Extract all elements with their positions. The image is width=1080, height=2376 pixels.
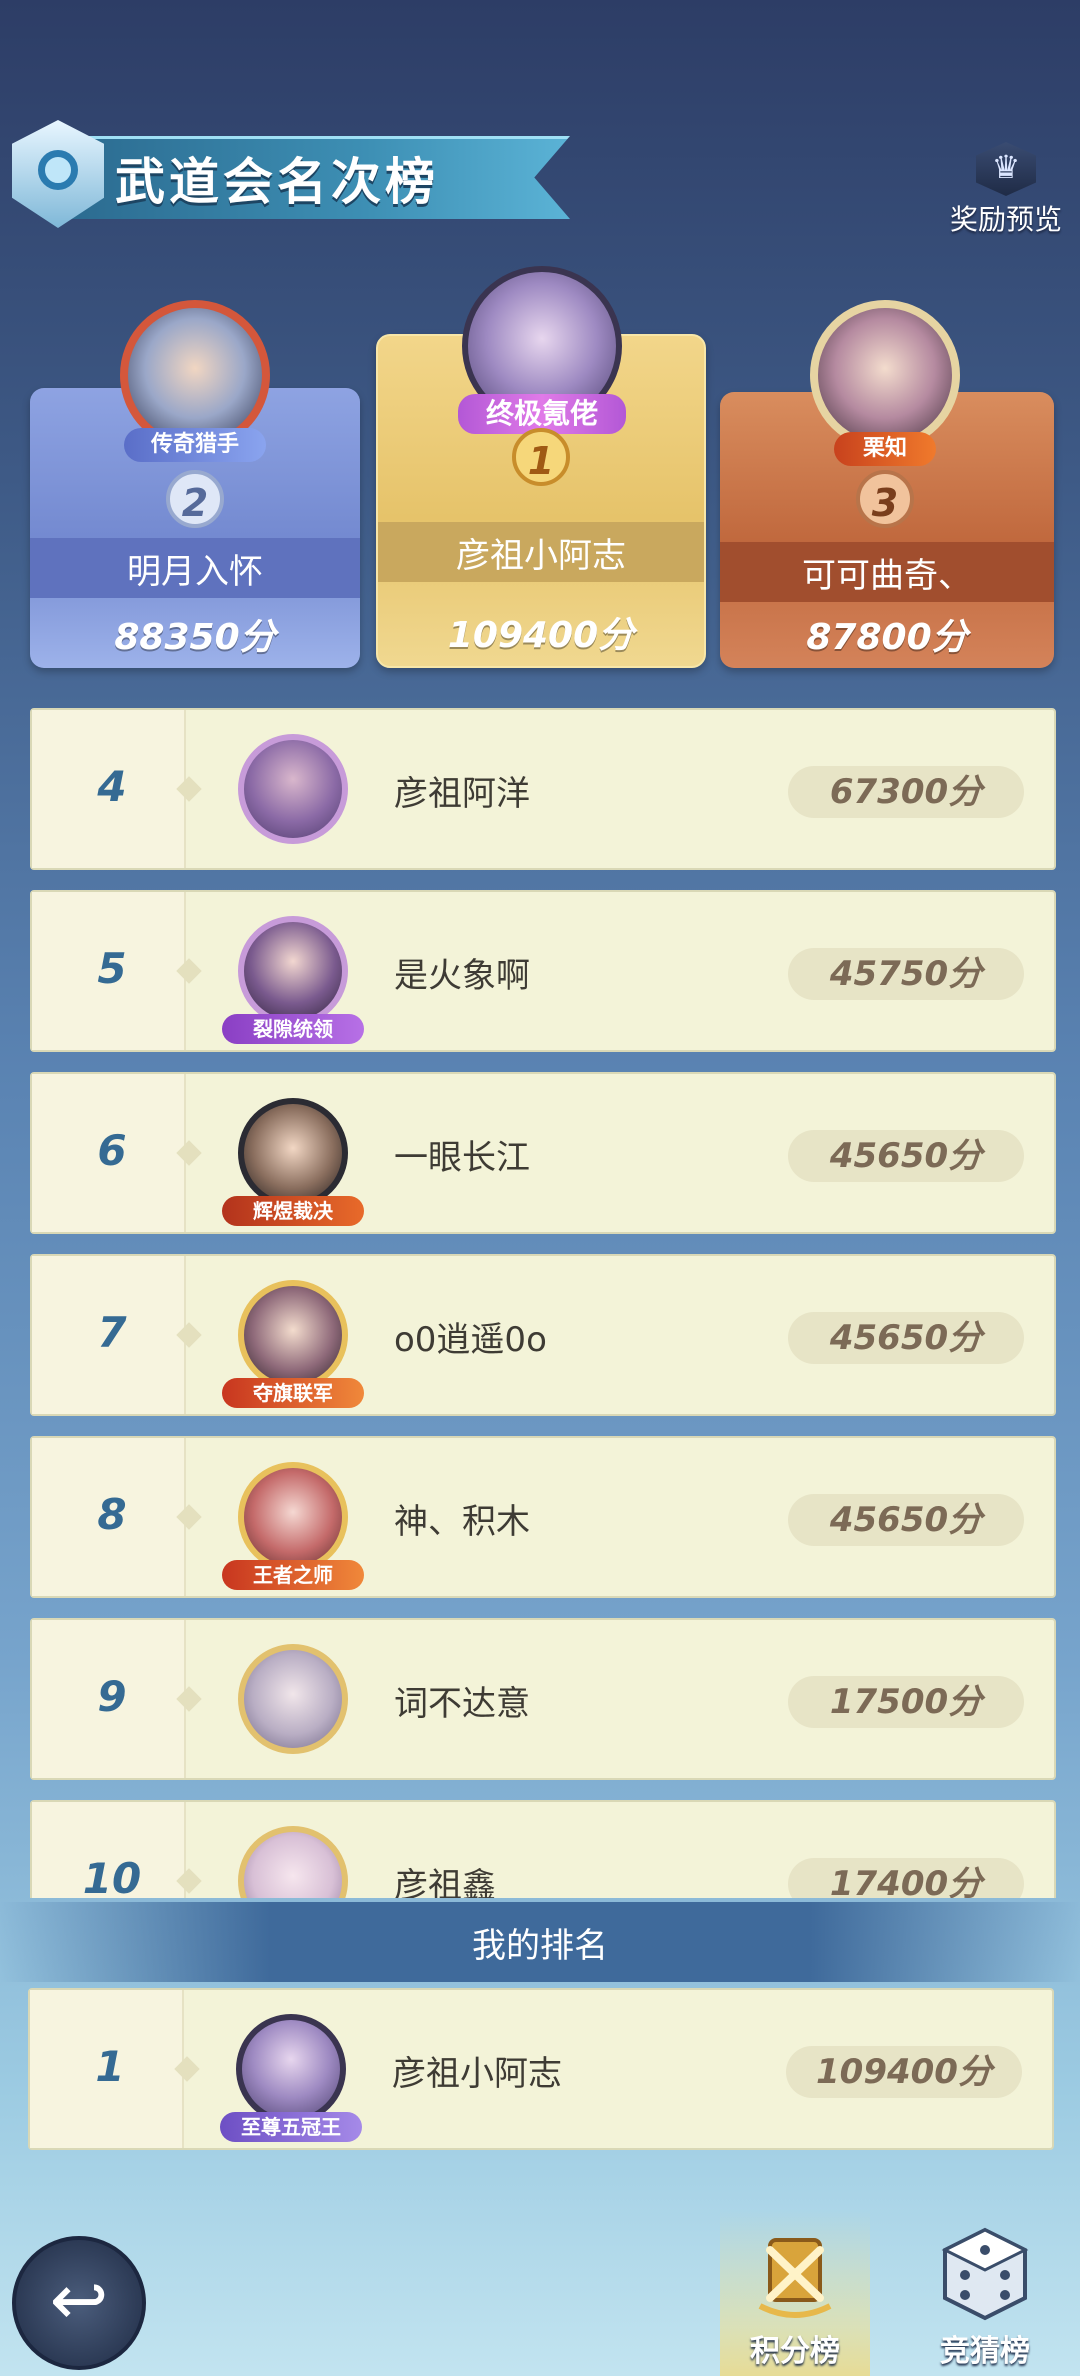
avatar <box>238 1280 348 1390</box>
rank-medal-third: 3 <box>856 470 914 528</box>
podium-name: 彦祖小阿志 <box>378 522 704 582</box>
title-badge: 栗知 <box>834 432 936 466</box>
dice-icon <box>930 2220 1040 2330</box>
rank-number: 10 <box>82 1854 142 1898</box>
score-pill: 17500分 <box>788 1676 1024 1728</box>
tab-label: 积分榜 <box>750 2334 840 2369</box>
score-pill: 45650分 <box>788 1130 1024 1182</box>
table-row[interactable]: 6 辉煜裁决 一眼长江 45650分 <box>30 1072 1056 1234</box>
rank-number: 1 <box>95 2042 125 2091</box>
rank-number: 9 <box>97 1672 127 1721</box>
my-rank-row[interactable]: 1 至尊五冠王 彦祖小阿志 109400分 <box>28 1988 1054 2150</box>
rank-medal-first: 1 <box>512 428 570 486</box>
rank-number: 8 <box>97 1490 127 1539</box>
bottom-bar: ↩ 积分榜 竞猜榜 <box>0 2210 1080 2376</box>
avatar <box>238 734 348 844</box>
avatar <box>238 1098 348 1208</box>
back-arrow-icon: ↩ <box>49 2259 109 2341</box>
player-name: 是火象啊 <box>394 956 530 996</box>
ranking-list[interactable]: 4 彦祖阿洋 67300分 5 裂隙统领 是火象啊 45750分 6 辉煜裁决 … <box>30 708 1056 1898</box>
player-name: 彦祖阿洋 <box>394 774 530 814</box>
player-name: 神、积木 <box>394 1502 530 1542</box>
table-row[interactable]: 7 夺旗联军 o0逍遥0o 45650分 <box>30 1254 1056 1416</box>
rank-number: 7 <box>97 1308 127 1357</box>
tab-label: 竞猜榜 <box>940 2334 1030 2369</box>
back-button[interactable]: ↩ <box>12 2236 146 2370</box>
table-row[interactable]: 10 彦祖鑫 17400分 <box>30 1800 1056 1898</box>
podium-score: 87800分 <box>806 617 968 658</box>
header: 武道会名次榜 奖励预览 <box>0 120 1080 236</box>
reward-preview-label: 奖励预览 <box>949 203 1062 236</box>
score-pill: 109400分 <box>786 2046 1022 2098</box>
title-badge: 传奇猎手 <box>124 428 266 462</box>
tab-points[interactable]: 积分榜 <box>720 2210 870 2376</box>
table-row[interactable]: 8 王者之师 神、积木 45650分 <box>30 1436 1056 1598</box>
my-rank-title: 我的排名 <box>472 1926 608 1966</box>
score-pill: 17400分 <box>788 1858 1024 1898</box>
avatar <box>238 1826 348 1898</box>
avatar <box>238 916 348 1026</box>
crossed-swords-icon <box>740 2220 850 2330</box>
score-pill: 45650分 <box>788 1494 1024 1546</box>
avatar <box>810 300 960 450</box>
avatar <box>236 2014 346 2124</box>
podium-score: 109400分 <box>447 615 635 656</box>
trophy-icon <box>976 142 1036 196</box>
podium-name: 可可曲奇、 <box>720 542 1054 602</box>
podium-score: 88350分 <box>114 617 276 658</box>
rank-medal-second: 2 <box>166 470 224 528</box>
avatar <box>238 1644 348 1754</box>
reward-preview-button[interactable]: 奖励预览 <box>946 142 1066 238</box>
rank-number: 4 <box>97 762 127 811</box>
player-name: 彦祖小阿志 <box>392 2054 562 2094</box>
rank-number: 6 <box>97 1126 127 1175</box>
rank-number: 5 <box>97 944 127 993</box>
page-title: 武道会名次榜 <box>115 153 439 211</box>
player-name: 词不达意 <box>394 1684 530 1724</box>
title-badge: 裂隙统领 <box>222 1014 364 1044</box>
player-name: 一眼长江 <box>394 1138 530 1178</box>
table-row[interactable]: 9 词不达意 17500分 <box>30 1618 1056 1780</box>
title-badge: 王者之师 <box>222 1560 364 1590</box>
title-badge: 至尊五冠王 <box>220 2112 362 2142</box>
avatar <box>238 1462 348 1572</box>
title-badge: 夺旗联军 <box>222 1378 364 1408</box>
score-pill: 67300分 <box>788 766 1024 818</box>
player-name: o0逍遥0o <box>394 1320 547 1360</box>
podium-name: 明月入怀 <box>30 538 360 598</box>
table-row[interactable]: 4 彦祖阿洋 67300分 <box>30 708 1056 870</box>
tab-guess[interactable]: 竞猜榜 <box>910 2210 1060 2376</box>
player-name: 彦祖鑫 <box>394 1866 496 1898</box>
score-pill: 45650分 <box>788 1312 1024 1364</box>
score-pill: 45750分 <box>788 948 1024 1000</box>
title-badge: 辉煜裁决 <box>222 1196 364 1226</box>
table-row[interactable]: 5 裂隙统领 是火象啊 45750分 <box>30 890 1056 1052</box>
my-rank-header: 我的排名 <box>0 1902 1080 1982</box>
